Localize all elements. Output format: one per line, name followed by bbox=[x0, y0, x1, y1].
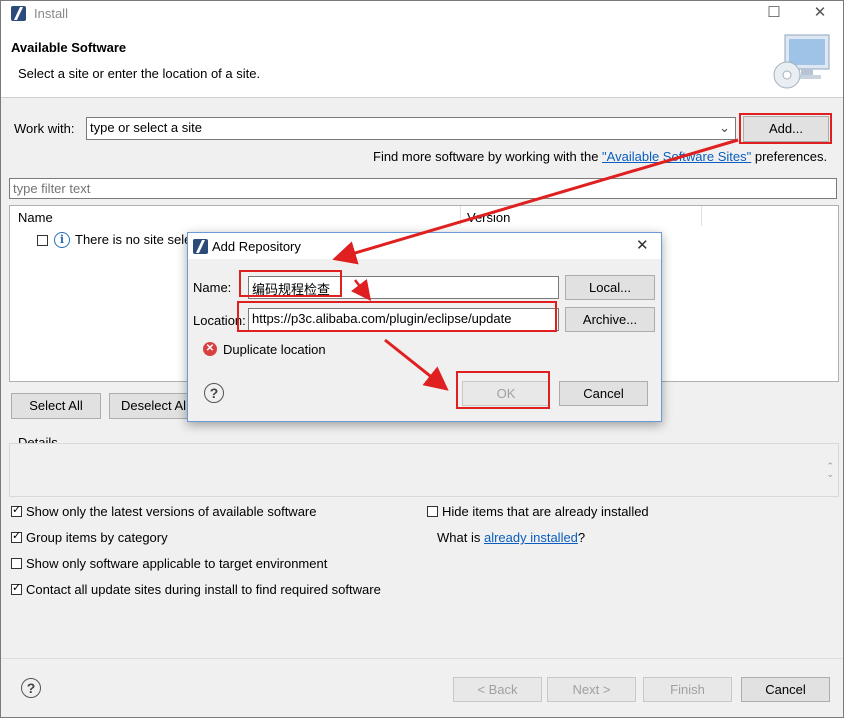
arrow-location-to-ok bbox=[384, 338, 449, 391]
annotation-arrows bbox=[332, 138, 739, 391]
arrow-add-to-name bbox=[332, 138, 739, 265]
arrow-name-to-location bbox=[350, 279, 372, 301]
